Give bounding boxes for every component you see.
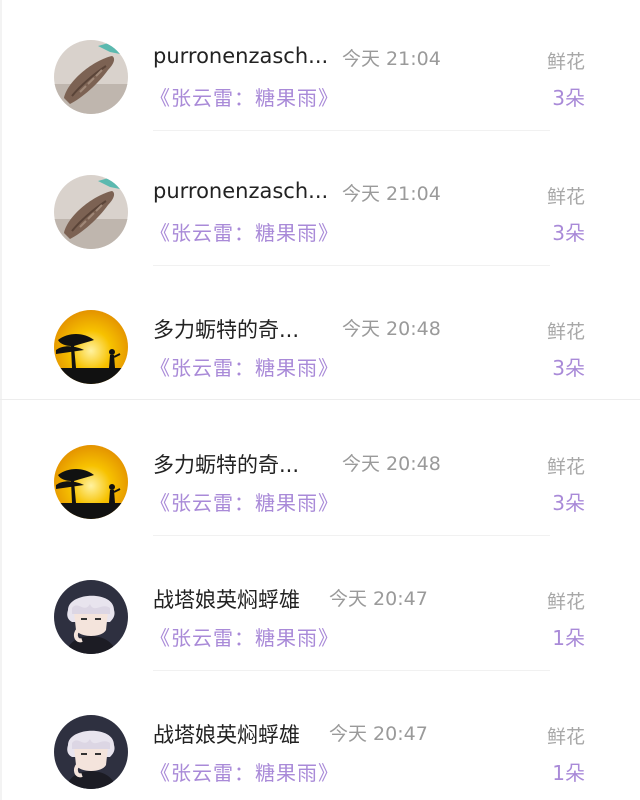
sunset-avatar-icon bbox=[54, 445, 128, 519]
avatar[interactable] bbox=[54, 580, 128, 654]
list-item[interactable]: purronenzasch... 今天 21:04 《张云雷：糖果雨》 鲜花 3… bbox=[0, 135, 640, 270]
gift-count: 3朵 bbox=[552, 491, 585, 515]
row-divider bbox=[153, 670, 550, 671]
user-name[interactable]: 多力蛎特的奇... bbox=[153, 449, 299, 479]
gift-count: 3朵 bbox=[552, 221, 585, 245]
book-title-link[interactable]: 《张云雷：糖果雨》 bbox=[150, 622, 339, 651]
shell-avatar-icon bbox=[54, 175, 128, 249]
list-item[interactable]: 战塔娘英焖蜉雄 今天 20:47 《张云雷：糖果雨》 鲜花 1朵 bbox=[0, 675, 640, 800]
gift-count: 1朵 bbox=[552, 761, 585, 785]
timestamp: 今天 21:04 bbox=[342, 48, 441, 70]
gift-type-label: 鲜花 bbox=[546, 321, 585, 343]
avatar[interactable] bbox=[54, 715, 128, 789]
gift-record-list: purronenzasch... 今天 21:04 《张云雷：糖果雨》 鲜花 3… bbox=[0, 0, 640, 800]
timestamp: 今天 20:48 bbox=[342, 318, 441, 340]
gift-type-label: 鲜花 bbox=[546, 726, 585, 748]
row-divider bbox=[153, 535, 550, 536]
gift-type-label: 鲜花 bbox=[546, 456, 585, 478]
avatar[interactable] bbox=[54, 40, 128, 114]
list-item[interactable]: 多力蛎特的奇... 今天 20:48 《张云雷：糖果雨》 鲜花 3朵 bbox=[0, 405, 640, 540]
avatar[interactable] bbox=[54, 445, 128, 519]
timestamp: 今天 20:47 bbox=[329, 723, 428, 745]
timestamp: 今天 20:47 bbox=[329, 588, 428, 610]
user-name[interactable]: 战塔娘英焖蜉雄 bbox=[153, 719, 300, 749]
user-name[interactable]: 多力蛎特的奇... bbox=[153, 314, 299, 344]
row-divider bbox=[153, 265, 550, 266]
gift-type-label: 鲜花 bbox=[546, 591, 585, 613]
row-divider bbox=[153, 130, 550, 131]
avatar[interactable] bbox=[54, 310, 128, 384]
gift-count: 1朵 bbox=[552, 626, 585, 650]
book-title-link[interactable]: 《张云雷：糖果雨》 bbox=[150, 82, 339, 111]
book-title-link[interactable]: 《张云雷：糖果雨》 bbox=[150, 217, 339, 246]
user-name[interactable]: purronenzasch... bbox=[153, 179, 328, 203]
timestamp: 今天 20:48 bbox=[342, 453, 441, 475]
book-title-link[interactable]: 《张云雷：糖果雨》 bbox=[150, 487, 339, 516]
user-name[interactable]: 战塔娘英焖蜉雄 bbox=[153, 584, 300, 614]
avatar[interactable] bbox=[54, 175, 128, 249]
list-item[interactable]: 战塔娘英焖蜉雄 今天 20:47 《张云雷：糖果雨》 鲜花 1朵 bbox=[0, 540, 640, 675]
gift-count: 3朵 bbox=[552, 86, 585, 110]
anime-boy-avatar-icon bbox=[54, 715, 128, 789]
gift-type-label: 鲜花 bbox=[546, 186, 585, 208]
anime-boy-avatar-icon bbox=[54, 580, 128, 654]
sunset-avatar-icon bbox=[54, 310, 128, 384]
list-item[interactable]: 多力蛎特的奇... 今天 20:48 《张云雷：糖果雨》 鲜花 3朵 bbox=[0, 270, 640, 405]
shell-avatar-icon bbox=[54, 40, 128, 114]
user-name[interactable]: purronenzasch... bbox=[153, 44, 328, 68]
timestamp: 今天 21:04 bbox=[342, 183, 441, 205]
list-item[interactable]: purronenzasch... 今天 21:04 《张云雷：糖果雨》 鲜花 3… bbox=[0, 0, 640, 135]
book-title-link[interactable]: 《张云雷：糖果雨》 bbox=[150, 757, 339, 786]
book-title-link[interactable]: 《张云雷：糖果雨》 bbox=[150, 352, 339, 381]
gift-type-label: 鲜花 bbox=[546, 51, 585, 73]
section-divider bbox=[0, 399, 640, 400]
gift-count: 3朵 bbox=[552, 356, 585, 380]
